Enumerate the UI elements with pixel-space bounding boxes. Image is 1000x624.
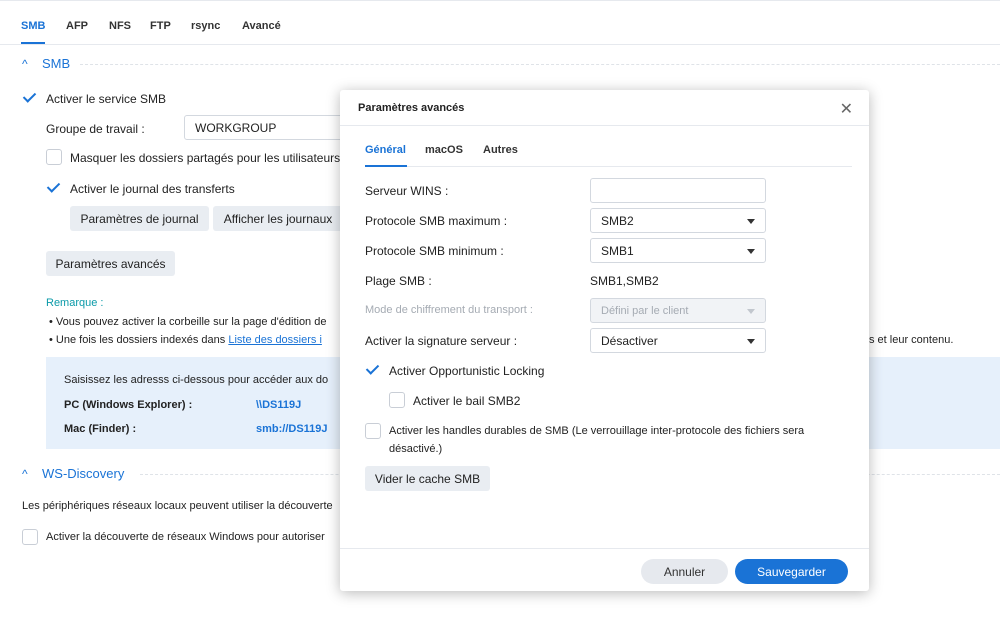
caret-down-icon [747, 339, 755, 344]
min-protocol-value: SMB1 [601, 243, 634, 258]
note-item-2: • Une fois les dossiers indexés dans Lis… [49, 334, 322, 346]
log-settings-button[interactable]: Paramètres de journal [70, 206, 209, 231]
mac-label: Mac (Finder) : [64, 423, 137, 435]
transfer-log-checkbox[interactable] [46, 180, 62, 196]
pc-label: PC (Windows Explorer) : [64, 399, 193, 411]
tab-afp[interactable]: AFP [66, 20, 88, 32]
tab-ftp[interactable]: FTP [150, 20, 171, 32]
min-protocol-label: Protocole SMB minimum : [365, 244, 504, 258]
clear-cache-button[interactable]: Vider le cache SMB [365, 466, 490, 491]
pc-address[interactable]: \\DS119J [256, 399, 301, 411]
smb2-lease-label: Activer le bail SMB2 [413, 394, 521, 408]
oplock-label: Activer Opportunistic Locking [389, 364, 545, 378]
durable-handles-label: Activer les handles durables de SMB (Le … [389, 425, 805, 437]
signing-label: Activer la signature serveur : [365, 334, 518, 348]
durable-handles-label-cont: désactivé.) [389, 443, 443, 455]
min-protocol-select[interactable]: SMB1 [590, 238, 766, 263]
smb-range-label: Plage SMB : [365, 274, 432, 288]
oplock-checkbox[interactable] [365, 362, 381, 378]
ws-section-title: WS-Discovery [42, 466, 125, 481]
smb-range-value: SMB1,SMB2 [590, 274, 659, 288]
tab-nfs[interactable]: NFS [109, 20, 131, 32]
smb-section-title: SMB [42, 56, 71, 71]
cancel-button[interactable]: Annuler [641, 559, 728, 584]
ws-section-header[interactable]: ^ WS-Discovery [22, 466, 124, 481]
section-divider [80, 64, 1000, 65]
hide-shares-checkbox[interactable] [46, 149, 62, 165]
tab-macos[interactable]: macOS [425, 144, 463, 156]
view-logs-button[interactable]: Afficher les journaux [213, 206, 343, 231]
dialog-footer-divider [340, 548, 869, 549]
enable-smb-checkbox[interactable] [22, 90, 38, 106]
tab-advanced[interactable]: Avancé [242, 20, 281, 32]
transfer-log-label: Activer le journal des transferts [70, 182, 235, 196]
note-item-1: • Vous pouvez activer la corbeille sur l… [49, 316, 327, 328]
max-protocol-label: Protocole SMB maximum : [365, 214, 508, 228]
workgroup-label: Groupe de travail : [46, 122, 145, 136]
max-protocol-value: SMB2 [601, 213, 634, 228]
save-button[interactable]: Sauvegarder [735, 559, 848, 584]
tab-others[interactable]: Autres [483, 144, 518, 156]
advanced-settings-dialog: Paramètres avancés ✕ Général macOS Autre… [340, 90, 869, 591]
signing-value: Désactiver [601, 333, 658, 348]
wins-label: Serveur WINS : [365, 184, 449, 198]
advanced-settings-button[interactable]: Paramètres avancés [46, 251, 175, 276]
indexed-folders-link[interactable]: Liste des dossiers i [228, 334, 322, 346]
tab-general[interactable]: Général [365, 144, 406, 156]
smb-section-header[interactable]: ^ SMB [22, 56, 70, 71]
active-tab-indicator [365, 165, 407, 167]
dialog-header-divider [340, 125, 869, 126]
caret-down-icon [747, 249, 755, 254]
caret-down-icon [747, 219, 755, 224]
dialog-tabs-divider [365, 166, 852, 167]
ws-discovery-checkbox[interactable] [22, 529, 38, 545]
tab-rsync[interactable]: rsync [191, 20, 220, 32]
chevron-up-icon: ^ [22, 466, 28, 481]
ws-discovery-label: Activer la découverte de réseaux Windows… [46, 531, 325, 543]
close-icon[interactable]: ✕ [840, 99, 853, 119]
encryption-value: Défini par le client [601, 304, 689, 317]
caret-down-icon [747, 309, 755, 314]
workgroup-value: WORKGROUP [195, 120, 277, 135]
encryption-select: Défini par le client [590, 298, 766, 323]
smb2-lease-checkbox[interactable] [389, 392, 405, 408]
encryption-label: Mode de chiffrement du transport : [365, 304, 533, 316]
access-intro-text: Saisissez les adresss ci-dessous pour ac… [64, 374, 329, 386]
signing-select[interactable]: Désactiver [590, 328, 766, 353]
workgroup-input[interactable]: WORKGROUP [184, 115, 344, 140]
active-tab-indicator [21, 42, 45, 44]
max-protocol-select[interactable]: SMB2 [590, 208, 766, 233]
wins-server-input[interactable] [590, 178, 766, 203]
note-title: Remarque : [46, 297, 104, 309]
ws-description: Les périphériques réseaux locaux peuvent… [22, 500, 333, 512]
durable-handles-checkbox[interactable] [365, 423, 381, 439]
mac-address[interactable]: smb://DS119J [256, 423, 328, 435]
note-item-2-tail: s et leur contenu. [869, 334, 954, 346]
tab-smb[interactable]: SMB [21, 20, 45, 32]
dialog-title: Paramètres avancés [358, 102, 465, 114]
protocol-tabs: SMB AFP NFS FTP rsync Avancé [0, 0, 1000, 45]
enable-smb-label: Activer le service SMB [46, 92, 167, 106]
hide-shares-label: Masquer les dossiers partagés pour les u… [70, 151, 357, 165]
chevron-up-icon: ^ [22, 56, 28, 71]
